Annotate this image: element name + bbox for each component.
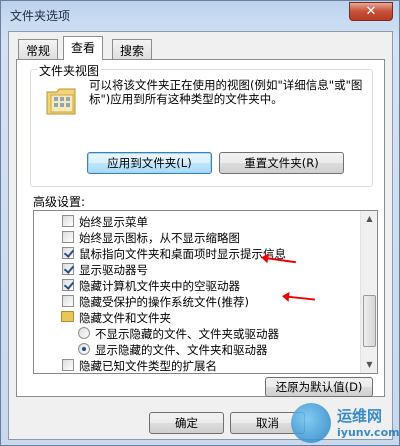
- reset-folders-button[interactable]: 重置文件夹(R): [219, 152, 344, 174]
- watermark-logo-icon: [291, 403, 331, 443]
- radio-button[interactable]: [78, 327, 90, 339]
- list-item[interactable]: 始终显示图标，从不显示缩略图: [34, 229, 361, 245]
- list-item-label: 显示驱动器号: [79, 263, 148, 277]
- checkbox-checked[interactable]: [62, 263, 74, 275]
- list-item-label: 显示隐藏的文件、文件夹和驱动器: [95, 343, 268, 357]
- dialog-client-area: 常规 查看 搜索 文件夹视图 可以将该文件夹正在使用的视图(例如"详细信息"或"…: [8, 31, 393, 440]
- list-item[interactable]: 始终显示菜单: [34, 213, 361, 229]
- window-title: 文件夹选项: [10, 9, 71, 23]
- list-item[interactable]: 隐藏计算机文件夹中的空驱动器: [34, 277, 361, 293]
- list-item[interactable]: 隐藏已知文件类型的扩展名: [34, 357, 361, 373]
- advanced-settings-list[interactable]: 始终显示菜单 始终显示图标，从不显示缩略图 鼠标指向文件夹和桌面项时显示提示信息…: [33, 210, 378, 374]
- vertical-scrollbar[interactable]: ▲ ▼: [360, 211, 377, 373]
- list-item[interactable]: 显示驱动器号: [34, 261, 361, 277]
- watermark-url: iyunv.com: [337, 426, 400, 439]
- list-item-label: 隐藏文件和文件夹: [79, 311, 171, 325]
- advanced-settings-items: 始终显示菜单 始终显示图标，从不显示缩略图 鼠标指向文件夹和桌面项时显示提示信息…: [34, 211, 361, 373]
- list-item-label: 隐藏计算机文件夹中的空驱动器: [79, 279, 240, 293]
- checkbox[interactable]: [62, 231, 74, 243]
- tab-view[interactable]: 查看: [63, 36, 104, 60]
- folder-icon: [61, 311, 74, 322]
- list-item-label: 始终显示菜单: [79, 215, 148, 229]
- list-item[interactable]: 隐藏受保护的操作系统文件(推荐): [34, 293, 361, 309]
- scroll-thumb[interactable]: [363, 295, 376, 347]
- title-bar[interactable]: 文件夹选项 ✕: [1, 1, 399, 29]
- restore-defaults-button[interactable]: 还原为默认值(D): [265, 377, 373, 397]
- ok-button[interactable]: 确定: [149, 412, 224, 434]
- checkbox[interactable]: [62, 295, 74, 307]
- list-item-label: 鼠标指向文件夹和桌面项时显示提示信息: [79, 247, 286, 261]
- advanced-settings-label: 高级设置:: [33, 195, 86, 209]
- checkbox[interactable]: [62, 359, 74, 371]
- apply-to-folders-button[interactable]: 应用到文件夹(L): [87, 152, 212, 174]
- tab-general[interactable]: 常规: [18, 39, 59, 59]
- scroll-up-icon[interactable]: ▲: [362, 211, 377, 227]
- site-watermark: 运维网 iyunv.com: [291, 401, 400, 446]
- checkbox-checked[interactable]: [62, 279, 74, 291]
- list-item-label: 隐藏已知文件类型的扩展名: [79, 359, 217, 373]
- view-tab-panel: 文件夹视图 可以将该文件夹正在使用的视图(例如"详细信息"或"图标")应用到所有…: [16, 59, 385, 397]
- close-button[interactable]: ✕: [349, 2, 393, 21]
- folder-views-group: 文件夹视图 可以将该文件夹正在使用的视图(例如"详细信息"或"图标")应用到所有…: [30, 62, 373, 187]
- checkbox[interactable]: [62, 215, 74, 227]
- list-item-label: 不显示隐藏的文件、文件夹或驱动器: [95, 327, 279, 341]
- folder-options-window: 文件夹选项 ✕ 常规 查看 搜索 文件夹视图 可以将该文件夹正在使用的视图(例如…: [0, 0, 400, 446]
- list-item[interactable]: 鼠标指向文件夹和桌面项时显示提示信息: [34, 245, 361, 261]
- list-item-label: 始终显示图标，从不显示缩略图: [79, 231, 240, 245]
- folder-view-icon: [46, 88, 76, 115]
- list-item-label: 隐藏受保护的操作系统文件(推荐): [79, 295, 249, 309]
- folder-views-label: 文件夹视图: [37, 62, 102, 79]
- list-item[interactable]: 不显示隐藏的文件、文件夹或驱动器: [34, 325, 361, 341]
- folder-views-description: 可以将该文件夹正在使用的视图(例如"详细信息"或"图标")应用到所有这种类型的文…: [89, 78, 363, 106]
- radio-button-selected[interactable]: [78, 343, 90, 355]
- list-item-folder: 隐藏文件和文件夹: [34, 309, 361, 325]
- watermark-text: 运维网: [337, 407, 383, 425]
- scroll-down-icon[interactable]: ▼: [362, 357, 377, 373]
- tab-search[interactable]: 搜索: [112, 39, 153, 59]
- checkbox-checked[interactable]: [62, 247, 74, 259]
- list-item[interactable]: 显示隐藏的文件、文件夹和驱动器: [34, 341, 361, 357]
